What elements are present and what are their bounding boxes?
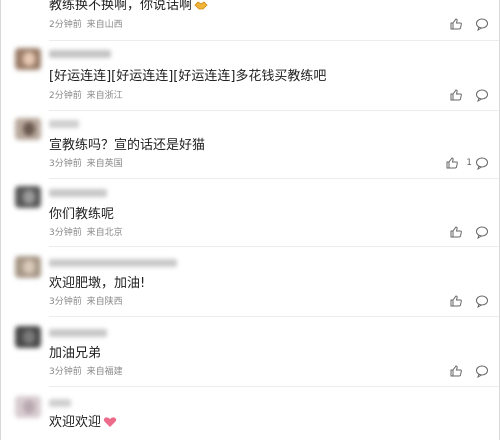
comment-bubble-icon[interactable]	[475, 88, 489, 102]
thumbs-up-icon[interactable]	[445, 156, 459, 170]
like-count: 1	[466, 158, 472, 168]
thumbs-up-icon[interactable]	[449, 88, 463, 102]
comment-meta: 2分钟前 来自山西	[49, 20, 123, 30]
comment-text: 你们教练呢	[49, 207, 115, 222]
comment-bubble-icon[interactable]	[475, 17, 489, 31]
thumbs-up-icon[interactable]	[449, 364, 463, 378]
avatar[interactable]	[15, 396, 41, 418]
comment-meta: 3分钟前 来自北京	[49, 228, 123, 238]
username-redacted[interactable]	[49, 189, 107, 197]
username-redacted[interactable]	[49, 120, 79, 128]
thumbs-up-icon[interactable]	[449, 17, 463, 31]
heart-emoji-icon	[103, 416, 117, 433]
comment-text: 欢迎欢迎	[49, 415, 117, 433]
comment-bubble-icon[interactable]	[475, 364, 489, 378]
comment-text: 欢迎肥墩，加油!	[49, 276, 146, 291]
thumbs-up-icon[interactable]	[449, 225, 463, 239]
comment-meta: 3分钟前 来自英国	[49, 159, 123, 169]
avatar[interactable]	[15, 326, 41, 348]
comment-text: 加油兄弟	[49, 346, 102, 361]
divider	[49, 110, 499, 111]
avatar[interactable]	[15, 118, 41, 140]
username-redacted[interactable]	[49, 399, 71, 407]
divider	[49, 40, 499, 41]
comment-meta: 3分钟前 来自陕西	[49, 297, 123, 307]
avatar[interactable]	[15, 256, 41, 278]
thumbs-up-icon[interactable]	[449, 294, 463, 308]
comment-text: 宣教练吗？宣的话还是好猫	[49, 138, 206, 153]
username-redacted[interactable]	[49, 329, 107, 337]
avatar[interactable]	[15, 186, 41, 208]
comment-bubble-icon[interactable]	[475, 156, 489, 170]
comment-list: 教练换不换啊，你说话啊 2分钟前 来自山西 [好运连连][好运连连][好运连连]…	[0, 0, 500, 440]
divider	[49, 246, 499, 247]
divider	[49, 178, 499, 179]
avatar[interactable]	[15, 48, 41, 70]
username-redacted[interactable]	[49, 50, 111, 58]
comment-bubble-icon[interactable]	[475, 225, 489, 239]
comment-meta: 2分钟前 来自浙江	[49, 91, 123, 101]
handshake-emoji-icon	[194, 0, 208, 16]
divider	[49, 386, 499, 387]
comment-meta: 3分钟前 来自福建	[49, 367, 123, 377]
comment-bubble-icon[interactable]	[475, 294, 489, 308]
username-redacted[interactable]	[49, 259, 177, 267]
divider	[49, 316, 499, 317]
comment-text: [好运连连][好运连连][好运连连]多花钱买教练吧	[49, 69, 327, 84]
comment-text: 教练换不换啊，你说话啊	[49, 0, 208, 16]
